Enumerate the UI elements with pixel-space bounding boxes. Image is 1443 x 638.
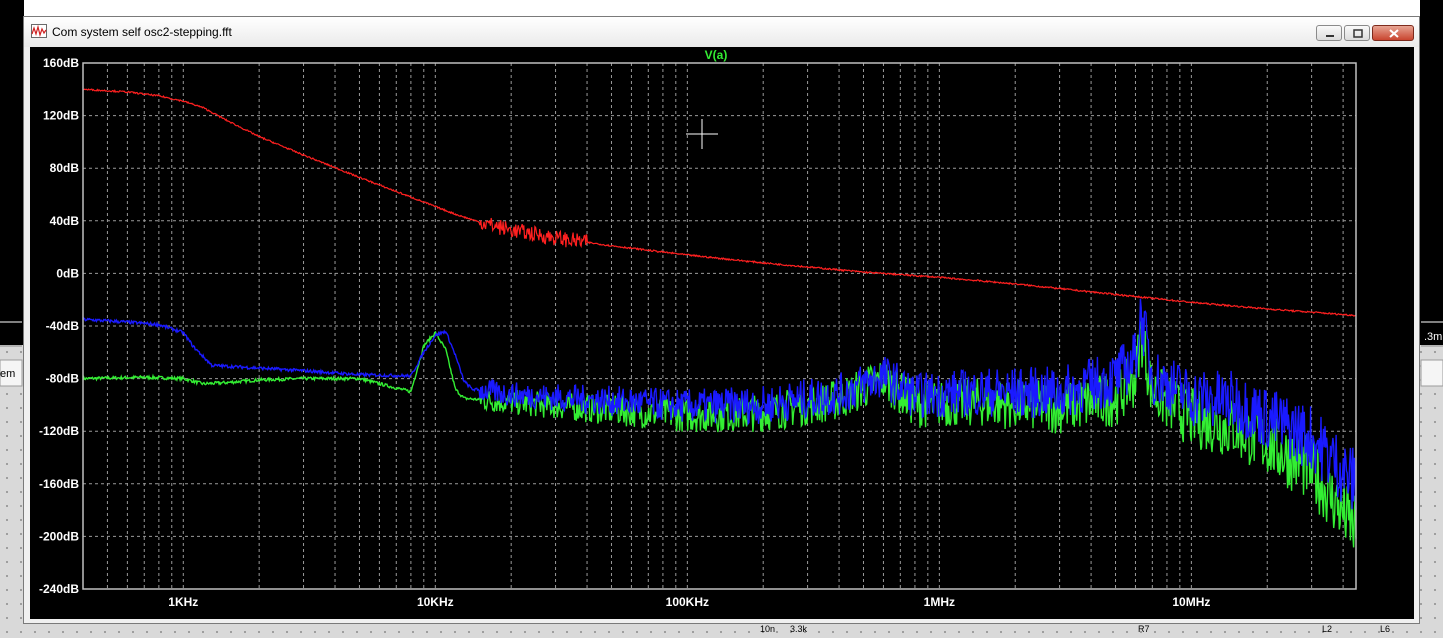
y-tick-label: -120dB [39, 424, 79, 438]
fft-plot-window[interactable]: Com system self osc2-stepping.fft 160dB 1… [23, 16, 1420, 624]
y-tick-label: 40dB [50, 214, 80, 228]
component-label: R7 [1138, 624, 1150, 634]
trace-layer [82, 88, 1357, 548]
y-tick-label: -80dB [46, 372, 80, 386]
plot-area[interactable]: 160dB 120dB 80dB 40dB 0dB -40dB -80dB -120dB -16… [30, 47, 1414, 619]
schematic-left-pane [0, 0, 24, 345]
x-tick-label: 10KHz [417, 595, 454, 609]
schematic-top-strip [0, 0, 1443, 12]
trace-green [82, 321, 1357, 548]
component-label: L2 [1322, 624, 1333, 634]
grid-layer [82, 62, 1356, 590]
restore-icon [1353, 29, 1363, 38]
y-tick-label: 160dB [43, 56, 79, 70]
y-tick-label: -240dB [39, 582, 79, 596]
x-tick-label: 1MHz [924, 595, 955, 609]
restore-button[interactable] [1344, 25, 1370, 41]
x-tick-label: 1KHz [168, 595, 198, 609]
component-label: 3.3k [790, 624, 808, 634]
y-tick-label: -160dB [39, 477, 79, 491]
minimize-icon [1326, 35, 1334, 37]
y-tick-label: 80dB [50, 161, 80, 175]
y-tick-label: -200dB [39, 529, 79, 543]
schematic-label-right: .3m [1424, 331, 1443, 343]
trace-red [83, 88, 1357, 317]
close-button[interactable] [1372, 25, 1414, 41]
waveform-icon [31, 24, 47, 38]
crosshair-cursor-icon [686, 119, 718, 149]
x-tick-label: 10MHz [1172, 595, 1210, 609]
fft-chart[interactable]: 160dB 120dB 80dB 40dB 0dB -40dB -80dB -120dB -16… [30, 47, 1414, 619]
y-tick-label: 0dB [56, 266, 79, 280]
minimize-button[interactable] [1316, 25, 1342, 41]
y-tick-label: 120dB [43, 109, 79, 123]
window-title: Com system self osc2-stepping.fft [52, 25, 232, 39]
schematic-right-pane [1420, 0, 1443, 345]
component-label: 10n [760, 624, 776, 634]
close-icon [1389, 29, 1399, 38]
trace-title[interactable]: V(a) [705, 48, 728, 62]
component-label: L6 [1380, 624, 1391, 634]
y-tick-label: -40dB [46, 319, 80, 333]
trace-blue [82, 298, 1357, 510]
x-tick-label: 100KHz [666, 595, 709, 609]
schematic-label-left: em [0, 368, 16, 380]
title-bar[interactable]: Com system self osc2-stepping.fft [24, 17, 1419, 47]
axis-layer: 160dB 120dB 80dB 40dB 0dB -40dB -80dB -120dB -16… [39, 56, 1357, 609]
